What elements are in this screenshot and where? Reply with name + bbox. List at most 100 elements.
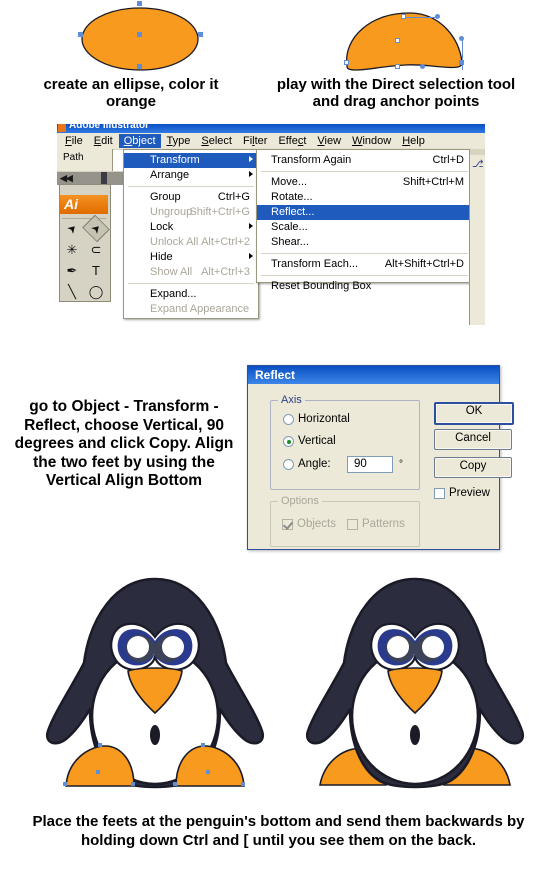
options-group-label: Options [278,495,322,507]
penguin-feet-behind [305,577,525,789]
bezier-handle-right[interactable] [459,36,464,41]
clipped-right-panel: ⎇ [469,149,485,325]
menu-item-transform-again[interactable]: Transform Again Ctrl+D [257,153,472,168]
type-icon[interactable]: T [84,260,108,281]
ok-button[interactable]: OK [434,402,514,425]
menubar-item-effect[interactable]: Effect [273,134,311,148]
menubar-item-filter[interactable]: Filter [238,134,272,148]
caption-reflect-steps: go to Object - Transform - Reflect, choo… [14,398,234,490]
submenu-arrow-icon [249,223,253,229]
menu-item-shortcut: Alt+Shift+Ctrl+D [384,258,464,270]
cancel-button[interactable]: Cancel [434,429,512,450]
radio-dot-vertical [283,436,294,447]
caption-place-feet: Place the feets at the penguin's bottom … [32,813,525,849]
menu-item-shortcut: Alt+Ctrl+2 [201,236,250,248]
panel-header [470,149,485,155]
menubar-item-window[interactable]: Window [347,134,396,148]
line-icon[interactable]: ╲ [60,281,84,302]
menu-item-label: Reset Bounding Box [271,280,372,292]
menu-item-label: Expand... [150,288,197,300]
menu-item-label: Unlock All [150,236,199,248]
pen-icon[interactable]: ✒ [60,260,84,281]
menu-item-label: Transform Again [271,154,352,166]
anchor-point-left[interactable] [78,32,83,37]
menu-item-lock[interactable]: Lock [124,220,258,235]
menu-separator [128,186,254,187]
menu-item-transform[interactable]: Transform [124,153,258,168]
radio-dot-horizontal [283,414,294,425]
bezier-handle-line-top [404,17,438,18]
menu-item-shortcut: Ctrl+G [217,191,250,203]
path-panel-tab-label: Path [63,152,84,163]
anchor-point-foot-left[interactable] [344,60,349,65]
checkbox-box-objects [282,519,293,530]
window-titlebar: Adobe Illustrator [57,124,485,133]
magic-wand-icon[interactable]: ✳ [60,239,84,260]
menu-item-shortcut: Shift+Ctrl+M [402,176,464,188]
menu-bar: File Edit Object Type Select Filter Effect View… [57,133,485,150]
angle-input-value: 90 [354,458,367,470]
options-group: Options Objects Patterns [270,495,420,547]
dialog-title: Reflect [248,366,499,384]
menubar-item-file[interactable]: File [60,134,88,148]
menu-item-reflect[interactable]: Reflect... [257,205,472,220]
menu-item-hide[interactable]: Hide [124,250,258,265]
menu-item-expand[interactable]: Expand... [124,287,258,302]
bezier-handle-top-right[interactable] [435,14,440,19]
menu-item-shear[interactable]: Shear... [257,235,472,250]
checkbox-preview-label: Preview [449,487,490,499]
tutorial-sheet: create an ellipse, color it orange play … [0,0,557,879]
menu-item-transform-each[interactable]: Transform Each... Alt+Shift+Ctrl+D [257,257,472,272]
panel-collapse-bar[interactable]: ◀◀ [57,171,124,185]
menu-item-move[interactable]: Move... Shift+Ctrl+M [257,175,472,190]
ellipse-icon[interactable]: ◯ [84,281,108,302]
anchor-point-right[interactable] [198,32,203,37]
radio-angle-label: Angle: [298,458,331,470]
copy-button[interactable]: Copy [434,457,512,478]
anchor-point-foot-center[interactable] [395,38,400,43]
chevron-left-icon[interactable]: ◀◀ [60,174,73,183]
illustrator-logo: Ai [60,195,108,214]
anchor-point-foot-top[interactable] [401,14,406,19]
menubar-item-view[interactable]: View [312,134,346,148]
dialog-body: Axis Horizontal Vertical Angle: 90 ° Opt… [248,384,514,551]
checkbox-objects-label: Objects [297,518,336,530]
object-menu: Transform Arrange Group Ctrl+G Ungroup Shift+… [123,149,259,319]
menu-item-scale[interactable]: Scale... [257,220,472,235]
menubar-item-select[interactable]: Select [196,134,237,148]
path-panel-tab[interactable]: Path [57,149,113,172]
anchor-point-foot-corner[interactable] [459,60,464,65]
checkbox-box-preview [434,488,445,499]
menu-item-group[interactable]: Group Ctrl+G [124,190,258,205]
angle-input[interactable]: 90 [347,456,393,473]
menu-item-arrange[interactable]: Arrange [124,168,258,183]
menu-item-label: Ungroup [150,206,193,218]
anchor-point-center[interactable] [137,32,142,37]
menu-item-shortcut: Ctrl+D [432,154,464,166]
anchor-point-top[interactable] [137,1,142,6]
ok-button-label: OK [465,405,483,417]
menubar-item-help[interactable]: Help [397,134,430,148]
menu-item-label: Shear... [271,236,309,248]
bezier-handle-bottom[interactable] [420,64,425,69]
panel-glyph-icon: ⎇ [472,159,484,170]
menu-separator [261,253,468,254]
axis-group-label: Axis [278,394,305,406]
reflect-dialog: Reflect Axis Horizontal Vertical Angle: [247,365,514,551]
menu-item-reset-bounding-box[interactable]: Reset Bounding Box [257,279,472,294]
menubar-item-object[interactable]: Object [118,134,161,148]
illustrator-screenshot: Adobe Illustrator File Edit Object Type Sele… [57,124,485,325]
menu-item-expand-appearance: Expand Appearance [124,302,258,317]
menu-item-rotate[interactable]: Rotate... [257,190,472,205]
menubar-item-type[interactable]: Type [162,134,196,148]
checkbox-patterns-label: Patterns [362,518,405,530]
menu-item-label: Rotate... [271,191,313,203]
lasso-icon[interactable]: ⊂ [84,239,108,260]
anchor-point-foot-bottom[interactable] [395,64,400,69]
degree-symbol: ° [399,459,403,470]
menu-item-ungroup: Ungroup Shift+Ctrl+G [124,205,258,220]
cancel-button-label: Cancel [455,432,491,444]
menubar-item-edit[interactable]: Edit [89,134,118,148]
anchor-point-bottom[interactable] [137,64,142,69]
menu-item-shortcut: Alt+Ctrl+3 [201,266,250,278]
